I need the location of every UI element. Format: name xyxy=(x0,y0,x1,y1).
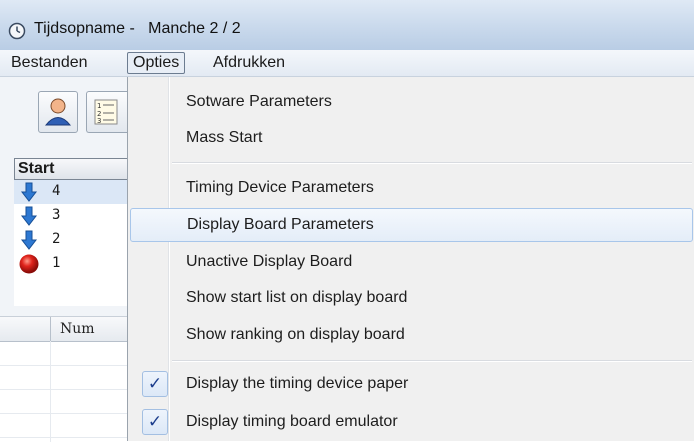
start-row[interactable]: 3 xyxy=(14,204,127,228)
menu-separator xyxy=(172,163,692,164)
menu-bestanden[interactable]: Bestanden xyxy=(6,53,93,73)
grid-divider xyxy=(0,365,127,366)
menu-afdrukken[interactable]: Afdrukken xyxy=(208,53,290,73)
svg-text:3: 3 xyxy=(97,117,101,125)
grid-divider xyxy=(50,341,51,442)
menu-item-display-board-parameters[interactable]: Display Board Parameters xyxy=(130,208,693,242)
grid-header: Num xyxy=(0,317,127,342)
menu-bar: Bestanden Opties Afdrukken xyxy=(0,50,694,77)
grid-header-num[interactable]: Num xyxy=(60,321,95,337)
menu-item-label: Display the timing device paper xyxy=(186,375,409,392)
window-title: Tijdsopname - Manche 2 / 2 xyxy=(34,20,241,37)
start-row[interactable]: 4 xyxy=(14,180,127,204)
menu-item-timing-device-parameters[interactable]: Timing Device Parameters xyxy=(130,171,693,205)
start-list-header[interactable]: Start xyxy=(14,158,127,180)
menu-item-label: Show start list on display board xyxy=(186,289,408,306)
grid-divider xyxy=(0,389,127,390)
left-pane: 1 2 3 Start 4 3 2 1 Num xyxy=(0,77,128,442)
grid-header-blank[interactable] xyxy=(0,317,51,341)
red-ball-icon xyxy=(19,254,39,274)
grid-divider xyxy=(0,437,127,438)
arrow-down-icon xyxy=(20,206,38,226)
clock-icon xyxy=(8,22,26,40)
opties-dropdown-menu: Sotware Parameters Mass Start Timing Dev… xyxy=(127,77,694,441)
checkmark-icon: ✓ xyxy=(142,409,168,435)
menu-separator xyxy=(172,361,692,362)
start-row-num: 4 xyxy=(52,183,61,199)
start-row-num: 2 xyxy=(52,231,61,247)
start-list: 4 3 2 1 xyxy=(14,180,127,306)
grid-divider xyxy=(0,413,127,414)
list-button[interactable]: 1 2 3 xyxy=(86,91,128,133)
menu-item-label: Unactive Display Board xyxy=(186,253,353,270)
menu-item-label: Mass Start xyxy=(186,129,263,146)
start-row[interactable]: 1 xyxy=(14,252,127,276)
menu-item-show-start-list[interactable]: Show start list on display board xyxy=(130,281,693,315)
user-icon xyxy=(44,98,72,126)
menu-opties[interactable]: Opties xyxy=(127,52,186,74)
menu-item-display-timing-board-emulator[interactable]: ✓ Display timing board emulator xyxy=(130,405,693,439)
menu-item-mass-start[interactable]: Mass Start xyxy=(130,121,693,155)
start-row-num: 3 xyxy=(52,207,61,223)
menu-item-label: Display timing board emulator xyxy=(186,413,398,430)
menu-item-software-parameters[interactable]: Sotware Parameters xyxy=(130,85,693,119)
start-row[interactable]: 2 xyxy=(14,228,127,252)
checkmark-icon: ✓ xyxy=(142,371,168,397)
arrow-down-icon xyxy=(20,182,38,202)
numbered-list-icon: 1 2 3 xyxy=(94,99,118,125)
arrow-down-icon xyxy=(20,230,38,250)
menu-item-label: Display Board Parameters xyxy=(187,216,374,233)
menu-item-display-timing-device-paper[interactable]: ✓ Display the timing device paper xyxy=(130,367,693,401)
menu-item-label: Show ranking on display board xyxy=(186,326,405,343)
menu-item-label: Sotware Parameters xyxy=(186,93,332,110)
user-button[interactable] xyxy=(38,91,78,133)
menu-item-label: Timing Device Parameters xyxy=(186,179,374,196)
start-row-num: 1 xyxy=(52,255,61,271)
menu-item-show-ranking[interactable]: Show ranking on display board xyxy=(130,318,693,352)
menu-item-unactive-display-board[interactable]: Unactive Display Board xyxy=(130,245,693,279)
results-grid: Num xyxy=(0,316,127,442)
svg-text:1: 1 xyxy=(97,102,101,110)
title-bar: Tijdsopname - Manche 2 / 2 xyxy=(0,0,694,50)
